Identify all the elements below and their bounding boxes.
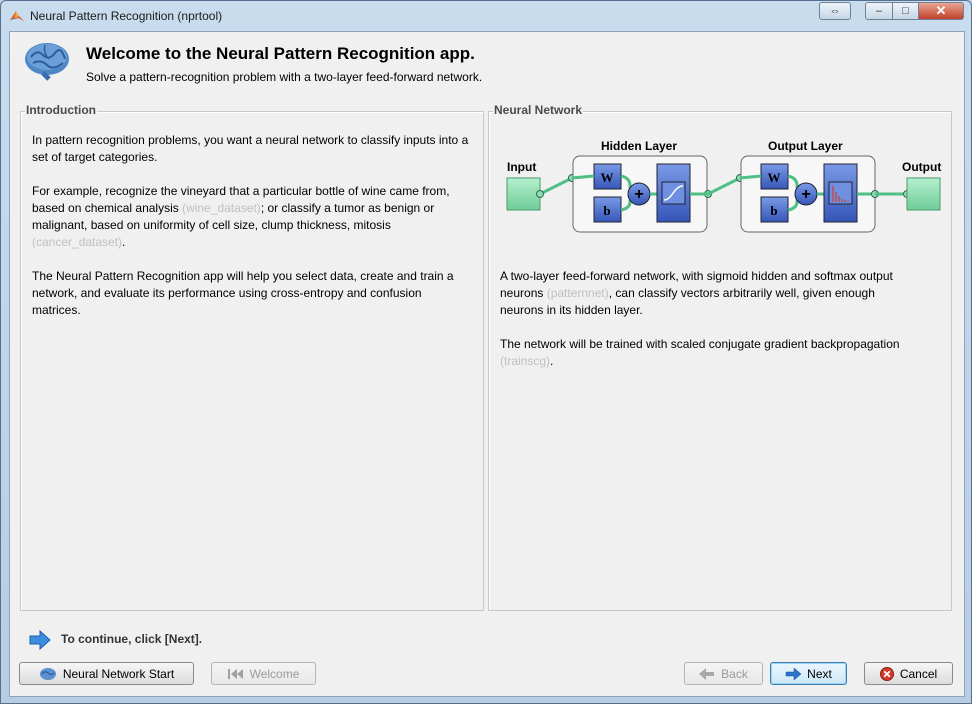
network-p2-text-b: . (550, 354, 554, 368)
input-block (506, 177, 541, 211)
patternnet-hint: (patternnet) (546, 286, 609, 300)
title-bar[interactable]: Neural Pattern Recognition (nprtool) ⇔ –… (1, 1, 971, 31)
svg-text:+: + (634, 186, 643, 203)
back-label: Back (721, 666, 748, 681)
welcome-button[interactable]: Welcome (211, 662, 316, 685)
welcome-label: Welcome (249, 666, 300, 681)
trainscg-hint: (trainscg) (500, 354, 551, 368)
rewind-icon (227, 668, 243, 679)
matlab-logo-icon (10, 11, 24, 21)
next-button[interactable]: Next (770, 662, 847, 685)
introduction-title: Introduction (25, 103, 97, 117)
brain-icon (25, 43, 69, 81)
svg-text:W: W (768, 170, 781, 185)
svg-text:+: + (801, 186, 810, 203)
cancel-button[interactable]: Cancel (864, 662, 953, 685)
neural-network-start-button[interactable]: Neural Network Start (19, 662, 194, 685)
back-button[interactable]: Back (684, 662, 763, 685)
svg-text:b: b (603, 203, 610, 218)
neural-network-title: Neural Network (493, 103, 584, 117)
network-diagram: W b + W b + (506, 155, 941, 233)
brain-small-icon (39, 667, 56, 680)
arrow-right-icon (785, 667, 802, 680)
intro-paragraph-3: The Neural Pattern Recognition app will … (32, 269, 454, 317)
network-p2-text-a: The network will be trained with scaled … (500, 337, 900, 351)
continue-instruction: To continue, click [Next]. (61, 632, 203, 646)
arrow-right-icon (29, 630, 51, 650)
input-connector (539, 176, 573, 196)
intro-paragraph-2: For example, recognize the vineyard that… (32, 183, 472, 251)
cancel-x-icon (879, 666, 894, 681)
maximize-button[interactable]: □ (892, 2, 919, 20)
wine-dataset-hint: (wine_dataset) (182, 201, 261, 215)
svg-text:W: W (601, 170, 614, 185)
network-paragraph-1: A two-layer feed-forward network, with s… (500, 268, 920, 319)
page-subtitle: Solve a pattern-recognition problem with… (86, 70, 483, 84)
neural-network-start-label: Neural Network Start (62, 666, 175, 681)
next-label: Next (807, 666, 832, 681)
cancel-label: Cancel (899, 666, 938, 681)
window-title: Neural Pattern Recognition (nprtool) (30, 9, 223, 23)
minimize-button[interactable]: – (865, 2, 893, 20)
arrow-left-icon (699, 667, 715, 680)
close-button[interactable]: ✕ (918, 2, 964, 20)
output-block (906, 177, 941, 211)
intro-p2-text-c: . (122, 235, 126, 249)
restore-alt-button[interactable]: ⇔ (819, 2, 851, 20)
svg-text:b: b (770, 203, 777, 218)
intro-paragraph-1: In pattern recognition problems, you wan… (32, 133, 469, 164)
page-title: Welcome to the Neural Pattern Recognitio… (86, 44, 475, 63)
network-paragraph-2: The network will be trained with scaled … (500, 336, 920, 370)
cancer-dataset-hint: (cancer_dataset) (32, 235, 123, 249)
